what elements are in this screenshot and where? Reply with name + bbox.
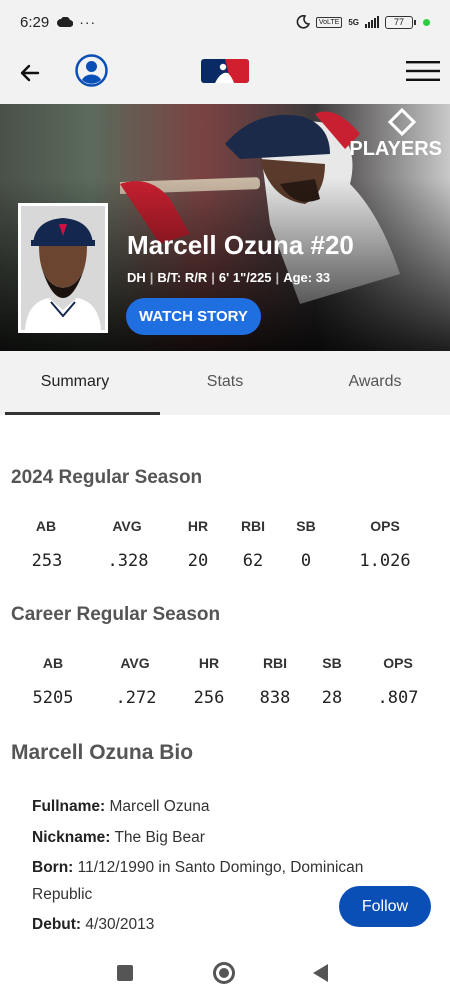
back-arrow-icon[interactable] (18, 58, 48, 88)
stat-header: AB (42, 655, 64, 671)
bio-born: Born: 11/12/1990 in Santo Domingo, Domin… (32, 859, 363, 877)
player-headshot (18, 203, 108, 333)
bio-nickname-label: Nickname: (32, 829, 111, 846)
player-name: Marcell Ozuna #20 (127, 230, 354, 260)
bio-fullname: Fullname: Marcell Ozuna (32, 798, 209, 816)
bio-nickname-value: The Big Bear (114, 829, 205, 846)
stat-value: 28 (321, 688, 343, 708)
stat-header: SB (296, 518, 316, 534)
cloud-icon (57, 17, 74, 27)
menu-icon[interactable] (406, 60, 440, 82)
app-header (0, 44, 450, 104)
tab-bar: Summary Stats Awards (0, 351, 450, 415)
stat-value: 256 (193, 688, 225, 708)
stat-header: OPS (383, 655, 413, 671)
home-icon[interactable] (213, 962, 235, 984)
season-stats-title: 2024 Regular Season (11, 467, 203, 488)
watch-story-button[interactable]: WATCH STORY (126, 298, 261, 335)
bio-nickname: Nickname: The Big Bear (32, 829, 205, 847)
stat-header: AB (35, 518, 57, 534)
stat-header: RBI (240, 518, 266, 534)
status-right-group: VoLTE 5G 77 (296, 15, 430, 29)
signal-icon (365, 16, 379, 28)
stat-value: 5205 (32, 688, 74, 708)
stat-value: 838 (259, 688, 291, 708)
tab-awards[interactable]: Awards (300, 351, 450, 415)
players-logo-icon: PLAYERS (349, 107, 442, 161)
stat-value: 253 (31, 551, 63, 571)
privacy-indicator-dot (423, 18, 430, 26)
stat-value: .272 (115, 688, 157, 708)
follow-button[interactable]: Follow (339, 886, 431, 927)
player-bats-throws: B/T: R/R (157, 270, 208, 285)
tab-stats[interactable]: Stats (150, 351, 300, 415)
stat-value: .807 (377, 688, 419, 708)
stat-header: HR (187, 518, 209, 534)
bio-title: Marcell Ozuna Bio (11, 741, 194, 764)
nav-back-icon[interactable] (313, 964, 328, 982)
stat-value: 0 (300, 551, 312, 571)
bio-born-label: Born: (32, 859, 74, 876)
bio-fullname-label: Fullname: (32, 798, 106, 815)
bio-born-continued: Republic (32, 886, 93, 903)
volte-badge: VoLTE (315, 16, 343, 28)
stat-value: .328 (107, 551, 149, 571)
bio-born-value: 11/12/1990 in Santo Domingo, Dominican (77, 859, 364, 876)
network-type: 5G (348, 17, 359, 27)
mlb-logo-icon[interactable] (201, 59, 249, 83)
stat-header: AVG (120, 655, 150, 671)
bio-debut-label: Debut: (32, 916, 82, 933)
stat-header: HR (198, 655, 220, 671)
stat-header: RBI (262, 655, 288, 671)
system-nav-bar (0, 948, 450, 1000)
player-meta: DH | B/T: R/R | 6' 1"/225 | Age: 33 (127, 270, 331, 285)
battery-icon: 77 (385, 15, 416, 29)
bio-debut: Debut: 4/30/2013 (32, 916, 154, 934)
moon-icon (296, 15, 310, 29)
player-position: DH (127, 270, 146, 285)
tab-summary[interactable]: Summary (0, 351, 160, 415)
headshot-image (21, 206, 105, 330)
recents-icon[interactable] (117, 965, 133, 981)
players-logo-text: PLAYERS (349, 138, 442, 160)
stat-value: 1.026 (359, 551, 411, 571)
stat-header: SB (322, 655, 342, 671)
status-bar: 6:29 ··· VoLTE 5G 77 (0, 0, 450, 44)
stat-value: 62 (242, 551, 264, 571)
status-more-dots: ··· (79, 14, 97, 30)
player-height-weight: 6' 1"/225 (218, 270, 272, 285)
bio-debut-value: 4/30/2013 (85, 916, 155, 933)
bio-fullname-value: Marcell Ozuna (109, 798, 210, 815)
player-age: Age: 33 (283, 270, 331, 285)
career-stats-title: Career Regular Season (11, 604, 221, 625)
stat-value: 20 (187, 551, 209, 571)
stat-header: OPS (370, 518, 400, 534)
stat-header: AVG (112, 518, 142, 534)
status-time: 6:29 (20, 13, 50, 31)
profile-icon[interactable] (75, 54, 108, 87)
